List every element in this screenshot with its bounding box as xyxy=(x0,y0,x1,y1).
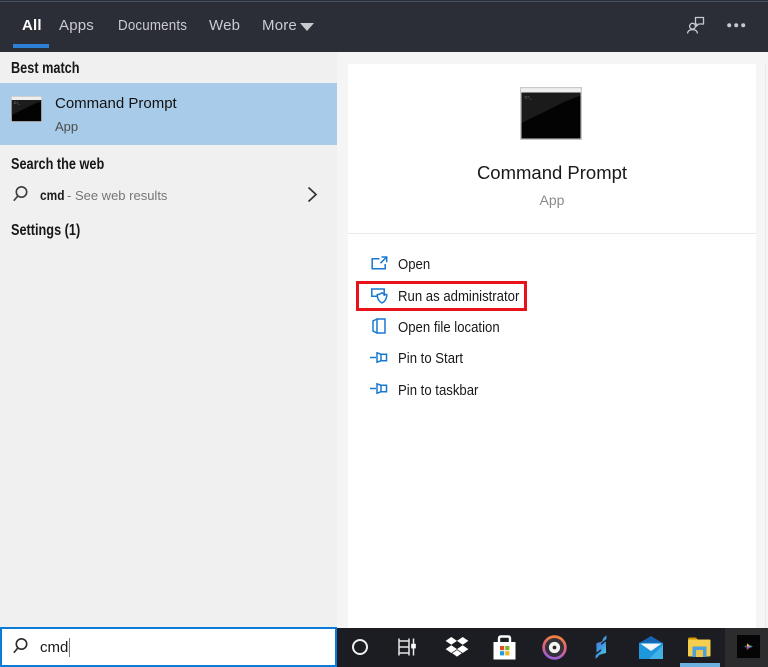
svg-text:C:\_: C:\_ xyxy=(525,95,533,100)
svg-text:C:\_: C:\_ xyxy=(14,101,20,105)
